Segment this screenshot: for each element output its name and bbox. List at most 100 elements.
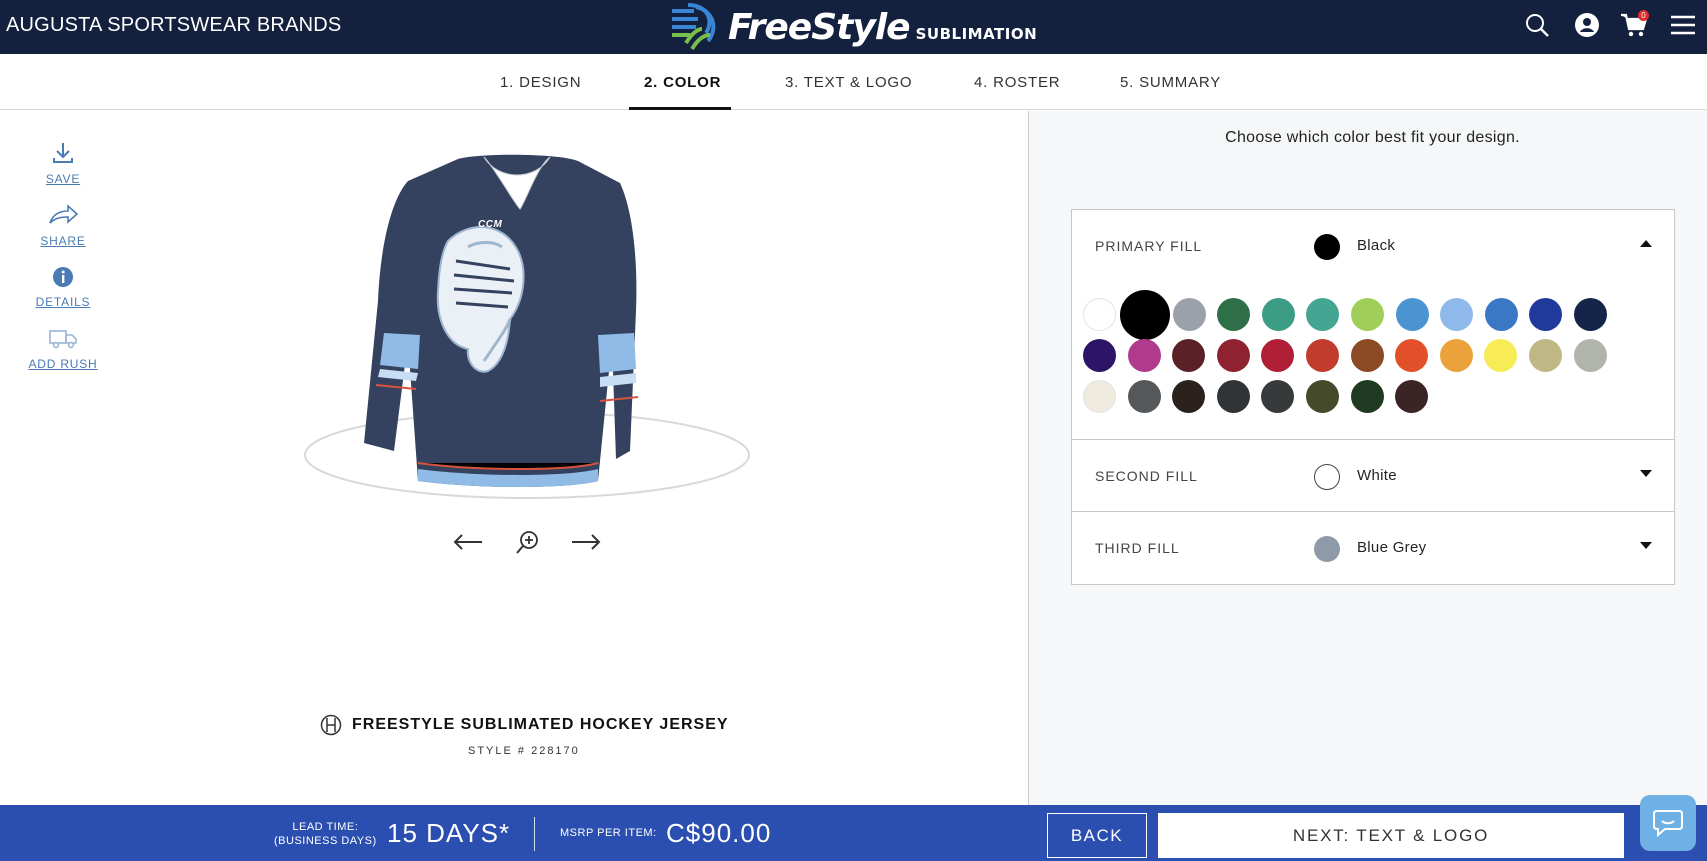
logo-wordmark: FreeStyle xyxy=(728,6,911,48)
step-roster[interactable]: 4. ROSTER xyxy=(974,74,1060,91)
third-fill-label: THIRD FILL xyxy=(1095,540,1180,556)
color-swatch[interactable] xyxy=(1395,339,1429,372)
color-swatch[interactable] xyxy=(1261,380,1295,413)
lead-time-value: 15 DAYS* xyxy=(387,818,511,848)
color-swatch[interactable] xyxy=(1127,380,1161,413)
collapse-caret-icon xyxy=(1640,240,1652,247)
details-button[interactable]: DETAILS xyxy=(24,266,102,309)
freestyle-logo-mark-icon xyxy=(672,3,716,51)
hockey-category-icon xyxy=(320,714,342,736)
primary-fill-header[interactable]: PRIMARY FILL Black xyxy=(1072,210,1674,290)
color-swatch[interactable] xyxy=(1216,339,1250,372)
back-button[interactable]: BACK xyxy=(1047,813,1147,858)
color-swatch[interactable] xyxy=(1529,298,1563,331)
color-selection-panel: Choose which color best fit your design.… xyxy=(1029,111,1707,805)
share-label: SHARE xyxy=(40,234,86,248)
download-icon xyxy=(53,143,73,163)
product-name: FREESTYLE SUBLIMATED HOCKEY JERSEY xyxy=(352,716,729,733)
third-fill-header[interactable]: THIRD FILL Blue Grey xyxy=(1072,512,1674,584)
color-swatch[interactable] xyxy=(1216,380,1250,413)
account-icon[interactable] xyxy=(1570,8,1604,42)
color-instruction: Choose which color best fit your design. xyxy=(1225,129,1520,146)
jersey-3d-viewer[interactable] xyxy=(298,151,758,571)
logo-subtitle: SUBLIMATION xyxy=(915,25,1038,43)
color-swatch[interactable] xyxy=(1083,339,1116,372)
color-swatch[interactable] xyxy=(1395,380,1429,413)
color-swatch[interactable] xyxy=(1172,380,1206,413)
step-text-logo[interactable]: 3. TEXT & LOGO xyxy=(785,74,912,91)
color-swatch[interactable] xyxy=(1395,298,1429,331)
brand-name[interactable]: AUGUSTA SPORTSWEAR BRANDS xyxy=(6,14,341,37)
share-button[interactable]: SHARE xyxy=(24,203,102,248)
freestyle-logo[interactable]: FreeStyle SUBLIMATION xyxy=(668,2,1037,52)
color-swatch[interactable] xyxy=(1127,339,1161,372)
share-arrow-icon xyxy=(49,204,79,224)
step-navigation: 1. DESIGN 2. COLOR 3. TEXT & LOGO 4. ROS… xyxy=(0,54,1707,110)
second-fill-header[interactable]: SECOND FILL White xyxy=(1072,440,1674,512)
add-rush-button[interactable]: ADD RUSH xyxy=(24,328,102,371)
next-text-logo-button[interactable]: NEXT: TEXT & LOGO xyxy=(1158,813,1624,858)
second-fill-label: SECOND FILL xyxy=(1095,468,1198,484)
jersey-brand-mark: CCM xyxy=(478,219,503,230)
color-swatch[interactable] xyxy=(1484,339,1518,372)
primary-fill-palette xyxy=(1072,290,1674,440)
color-swatch[interactable] xyxy=(1350,339,1384,372)
rotate-left-arrow-icon[interactable] xyxy=(448,527,488,557)
color-swatch[interactable] xyxy=(1119,290,1170,340)
color-swatch[interactable] xyxy=(1217,298,1251,331)
order-footer-bar: LEAD TIME: (BUSINESS DAYS) 15 DAYS* MSRP… xyxy=(0,805,1707,861)
second-fill-color-name: White xyxy=(1357,467,1397,484)
color-swatch[interactable] xyxy=(1261,339,1295,372)
color-swatch[interactable] xyxy=(1172,298,1206,331)
color-swatch[interactable] xyxy=(1439,339,1473,372)
lead-time-label-line1: LEAD TIME: xyxy=(292,821,359,833)
truck-icon xyxy=(49,330,77,349)
step-design[interactable]: 1. DESIGN xyxy=(500,74,581,91)
hockey-jersey-image xyxy=(304,154,750,499)
chat-button[interactable] xyxy=(1640,795,1696,851)
color-swatch[interactable] xyxy=(1440,298,1474,331)
color-swatch[interactable] xyxy=(1305,380,1339,413)
expand-caret-icon xyxy=(1640,542,1652,549)
cart-icon[interactable]: 0 xyxy=(1617,8,1651,42)
save-label: SAVE xyxy=(45,172,81,186)
color-swatch[interactable] xyxy=(1261,298,1295,331)
color-swatch[interactable] xyxy=(1083,298,1116,331)
third-fill-color-name: Blue Grey xyxy=(1357,539,1427,556)
color-swatch[interactable] xyxy=(1305,339,1339,372)
menu-icon[interactable] xyxy=(1666,8,1700,42)
color-swatch[interactable] xyxy=(1306,298,1340,331)
color-swatch[interactable] xyxy=(1350,380,1384,413)
palette-row-3 xyxy=(1083,380,1440,413)
color-swatch[interactable] xyxy=(1172,339,1206,372)
primary-fill-color-name: Black xyxy=(1357,237,1396,254)
lead-time-label-line2: (BUSINESS DAYS) xyxy=(274,835,377,847)
palette-row-2 xyxy=(1083,339,1618,372)
color-swatch[interactable] xyxy=(1350,298,1384,331)
primary-fill-label: PRIMARY FILL xyxy=(1095,238,1203,254)
color-swatch[interactable] xyxy=(1528,339,1562,372)
zoom-in-icon[interactable] xyxy=(508,527,548,557)
color-swatch[interactable] xyxy=(1083,380,1116,413)
info-icon xyxy=(53,267,73,287)
color-swatch[interactable] xyxy=(1573,298,1607,331)
color-swatch[interactable] xyxy=(1484,298,1518,331)
fill-accordion: PRIMARY FILL Black SECOND FILL White THI… xyxy=(1071,209,1675,585)
step-color[interactable]: 2. COLOR xyxy=(644,74,721,91)
expand-caret-icon xyxy=(1640,470,1652,477)
product-title: FREESTYLE SUBLIMATED HOCKEY JERSEY xyxy=(320,714,729,736)
save-button[interactable]: SAVE xyxy=(24,141,102,186)
jersey-sleeve-number: 20 xyxy=(638,269,681,311)
chat-bubble-icon xyxy=(1653,810,1683,838)
product-style-number: STYLE # 228170 xyxy=(468,745,580,757)
step-summary[interactable]: 5. SUMMARY xyxy=(1120,74,1221,91)
search-icon[interactable] xyxy=(1520,8,1554,42)
product-preview-panel: SAVE SHARE DETAILS ADD RUSH CCM 20 FREES… xyxy=(0,111,1028,805)
active-step-indicator xyxy=(629,107,731,110)
color-swatch[interactable] xyxy=(1573,339,1607,372)
palette-row-1 xyxy=(1083,290,1619,340)
rotate-right-arrow-icon[interactable] xyxy=(566,527,606,557)
add-rush-label: ADD RUSH xyxy=(28,357,98,371)
footer-separator xyxy=(534,817,535,851)
msrp-value: C$90.00 xyxy=(666,818,772,848)
